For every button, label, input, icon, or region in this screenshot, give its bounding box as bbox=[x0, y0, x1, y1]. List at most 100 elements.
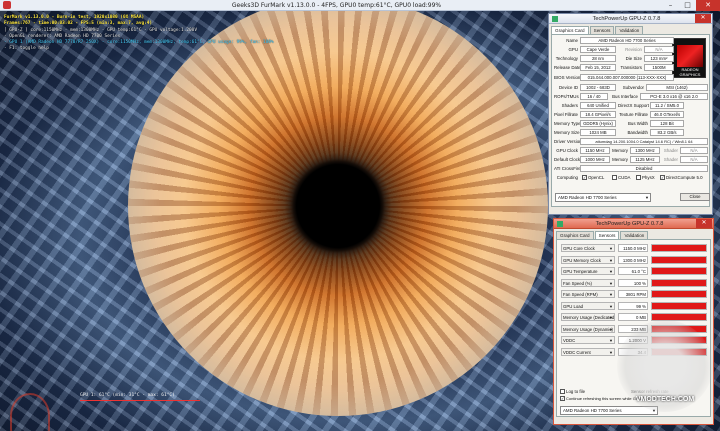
log-check-icon bbox=[560, 389, 565, 395]
temperature-graph-line bbox=[80, 400, 200, 401]
sensors-tab-sensors[interactable]: Sensors bbox=[594, 231, 620, 239]
name-value: AMD Radeon HD 7700 Series bbox=[580, 37, 674, 44]
sensor-value: 99 % bbox=[618, 301, 648, 310]
cuda-label: CUDA bbox=[618, 175, 631, 180]
tab-sensors[interactable]: Sensors bbox=[589, 26, 615, 34]
computing-label: Computing bbox=[556, 175, 578, 180]
memory-size-value: 1024 MB bbox=[580, 129, 616, 136]
cuda-checkbox[interactable]: CUDA bbox=[612, 174, 630, 181]
close-window-button[interactable]: ✕ bbox=[696, 0, 720, 11]
physx-check-icon bbox=[636, 175, 641, 181]
watermark-logo-text: VMODTECH.COM bbox=[635, 396, 695, 403]
log-to-file-label: Log to file bbox=[566, 389, 586, 394]
memory-clock-value: 1300 MHz bbox=[630, 147, 660, 154]
sensor-graph-fill bbox=[652, 256, 706, 263]
radeon-logo-emblem bbox=[677, 45, 703, 67]
sensor-label-dropdown[interactable]: GPU Load ▼ bbox=[561, 301, 615, 310]
gpu-clock-value: 1150 MHz bbox=[580, 147, 610, 154]
sensor-value: 1300.0 MHz bbox=[618, 255, 648, 264]
die-size-value: 123 mm² bbox=[644, 55, 674, 62]
gpuz-main-title: TechPowerUp GPU-Z 0.7.8 bbox=[592, 15, 661, 22]
default-clock-label: Default Clock bbox=[554, 157, 581, 162]
sensor-value: 0 MB bbox=[618, 313, 648, 321]
maximize-button[interactable]: □ bbox=[679, 0, 696, 11]
osd-line-help: - F1: toggle help bbox=[4, 46, 49, 52]
directcompute-check-icon: ✓ bbox=[660, 175, 665, 181]
sensor-label: GPU Core Clock bbox=[563, 246, 595, 251]
directx-support-value: 11.2 / SM5.0 bbox=[650, 102, 684, 109]
opencl-checkbox[interactable]: ✓ OpenCL bbox=[582, 174, 604, 181]
card-select-value: AMD Radeon HD 7700 Series bbox=[558, 195, 617, 200]
gpuz-main-close-icon[interactable]: ✕ bbox=[695, 14, 711, 23]
close-button[interactable]: Close bbox=[680, 193, 710, 201]
memory-type-value: GDDR5 (Hynix) bbox=[580, 120, 616, 127]
rops-tmus-label: ROPs/TMUs bbox=[554, 94, 579, 99]
gpuz-sensors-title: TechPowerUp GPU-Z 0.7.8 bbox=[595, 220, 664, 227]
release-date-value: Feb 15, 2012 bbox=[580, 64, 616, 71]
furmark-osd: FurMark v1.13.0.0 - Burn-in test, 1920x1… bbox=[4, 15, 274, 53]
gpu-clock-label: GPU Clock bbox=[556, 148, 578, 153]
subvendor-value: MSI (1462) bbox=[646, 84, 708, 91]
sensor-dropdown-chevron-icon: ▼ bbox=[609, 338, 613, 343]
crossfire-value: Disabled bbox=[580, 165, 708, 172]
sensor-label: GPU Load bbox=[563, 303, 584, 309]
sensor-label-dropdown[interactable]: Fan Speed (%) ▼ bbox=[561, 278, 615, 287]
technology-label: Technology bbox=[555, 56, 578, 61]
sensor-dropdown-chevron-icon: ▼ bbox=[609, 246, 613, 251]
shaders-value: 640 Unified bbox=[580, 102, 616, 109]
sensor-graph-fill bbox=[652, 268, 706, 274]
log-to-file-checkbox[interactable]: Log to file bbox=[560, 388, 585, 395]
bus-width-value: 128 Bit bbox=[650, 120, 684, 127]
tab-graphics-card[interactable]: Graphics Card bbox=[551, 26, 589, 34]
sensor-dropdown-chevron-icon: ▼ bbox=[609, 269, 613, 274]
sensor-row: GPU Memory Clock ▼ 1300.0 MHz bbox=[561, 255, 707, 265]
default-shader-label: Shader bbox=[663, 157, 678, 162]
default-memory-value: 1125 MHz bbox=[630, 156, 660, 163]
sensor-label-dropdown[interactable]: GPU Core Clock ▼ bbox=[561, 244, 615, 252]
memory-type-label: Memory Type bbox=[554, 121, 581, 126]
sensor-label: VDDC Current bbox=[563, 349, 591, 355]
sensor-label: Fan Speed (RPM) bbox=[563, 292, 598, 297]
texture-fillrate-value: 46.0 GTexel/s bbox=[650, 111, 684, 118]
sensor-dropdown-chevron-icon: ▼ bbox=[609, 303, 613, 309]
sensor-row: GPU Temperature ▼ 61.0 °C bbox=[561, 266, 707, 276]
sensor-value: 3801 RPM bbox=[618, 290, 648, 298]
device-id-label: Device ID bbox=[558, 85, 578, 90]
continue-check-icon: ✓ bbox=[560, 396, 565, 402]
sensor-label: Memory Usage (Dynamic) bbox=[563, 326, 613, 332]
gpuz-sensors-close-icon[interactable]: ✕ bbox=[696, 219, 712, 228]
sensors-tab-validation[interactable]: Validation bbox=[620, 231, 649, 239]
transistors-label: Transistors bbox=[620, 65, 642, 70]
sensor-graph bbox=[651, 267, 707, 275]
sensor-graph bbox=[651, 278, 707, 287]
driver-version-label: Driver Version bbox=[554, 139, 582, 144]
opencl-label: OpenCL bbox=[588, 175, 605, 180]
pixel-fillrate-value: 18.4 GPixel/s bbox=[580, 111, 616, 118]
directx-support-label: DirectX Support bbox=[618, 103, 649, 108]
temperature-graph-label: GPU 1: 61°C (min: 31°C - max: 61°C) bbox=[80, 393, 175, 398]
crossfire-label: ATI CrossFire bbox=[554, 166, 581, 171]
sensor-label-dropdown[interactable]: Fan Speed (RPM) ▼ bbox=[561, 290, 615, 298]
sensor-label-dropdown[interactable]: VDDC Current ▼ bbox=[561, 347, 615, 356]
sensor-label-dropdown[interactable]: Memory Usage (Dynamic) ▼ bbox=[561, 324, 615, 333]
memory-clock-label: Memory bbox=[612, 148, 628, 153]
tab-validation[interactable]: Validation bbox=[615, 26, 644, 34]
sensor-label-dropdown[interactable]: Memory Usage (Dedicated) ▼ bbox=[561, 313, 615, 321]
sensors-tab-graphics-card[interactable]: Graphics Card bbox=[556, 231, 594, 239]
bus-interface-value: PCI-E 3.0 x16 @ x16 2.0 bbox=[640, 93, 708, 100]
card-select-dropdown[interactable]: AMD Radeon HD 7700 Series ▼ bbox=[555, 193, 651, 202]
directcompute-checkbox[interactable]: ✓ DirectCompute 5.0 bbox=[660, 174, 703, 181]
subvendor-label: Subvendor bbox=[622, 85, 644, 90]
bandwidth-label: Bandwidth bbox=[627, 130, 648, 135]
furmark-window-title: Geeks3D FurMark v1.13.0.0 - 4FPS, GPU0 t… bbox=[231, 1, 442, 9]
die-size-label: Die Size bbox=[625, 56, 642, 61]
sensor-label: Fan Speed (%) bbox=[563, 280, 592, 286]
minimize-button[interactable]: – bbox=[662, 0, 679, 11]
sensor-label: GPU Temperature bbox=[563, 269, 598, 274]
sensor-label-dropdown[interactable]: GPU Temperature ▼ bbox=[561, 267, 615, 275]
sensor-label-dropdown[interactable]: VDDC ▼ bbox=[561, 336, 615, 344]
sensor-graph-fill bbox=[652, 291, 706, 297]
physx-checkbox[interactable]: PhysX bbox=[636, 174, 655, 181]
sensor-label-dropdown[interactable]: GPU Memory Clock ▼ bbox=[561, 255, 615, 264]
furmark-logo bbox=[10, 393, 50, 431]
